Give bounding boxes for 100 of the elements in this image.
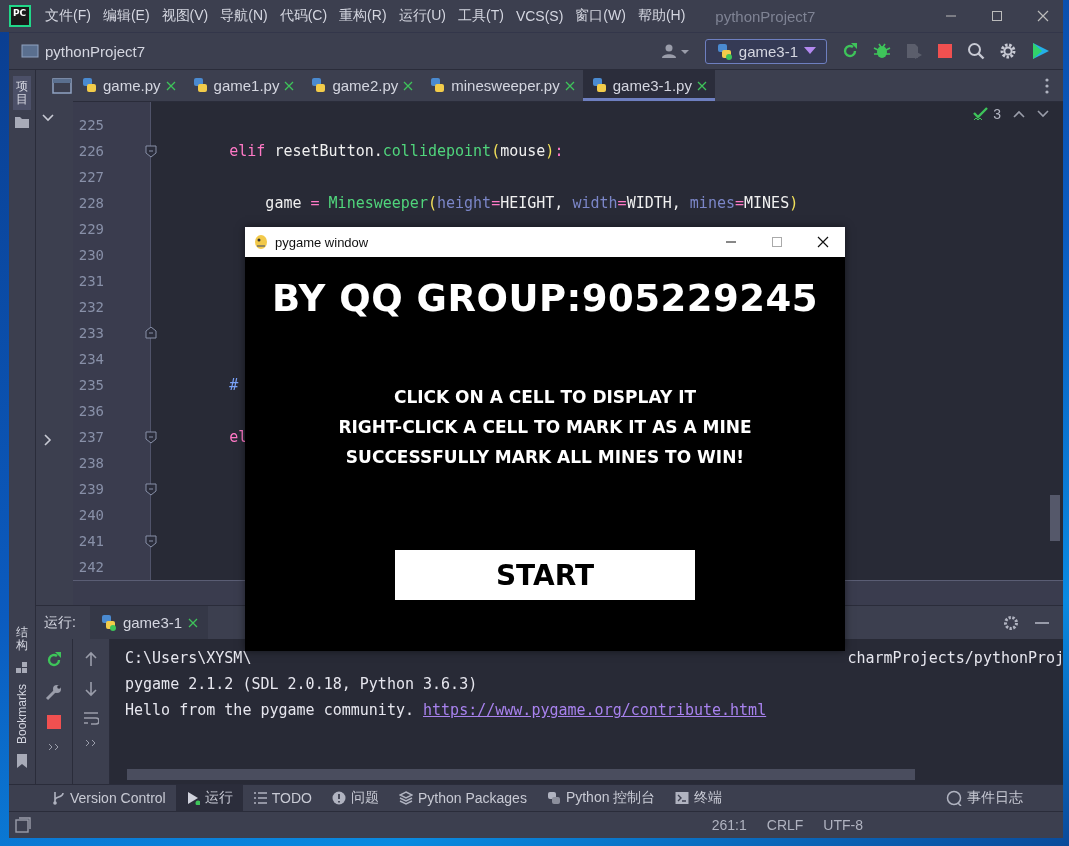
tool-window-button[interactable]: 项目 [13,76,31,111]
more-icon[interactable] [85,739,97,747]
tool-window-tab[interactable]: 终端 [665,785,733,811]
maximize-icon[interactable] [991,10,1003,22]
chevron-down-icon[interactable] [42,114,54,122]
play-icon [185,791,200,805]
soft-wrap-icon[interactable] [83,711,99,725]
tool-window-tab[interactable]: 事件日志 [936,785,1033,811]
run-tab[interactable]: game3-1 [89,606,209,639]
fold-marker-icon[interactable] [145,144,157,158]
line-number: 225 [77,117,104,133]
status-item[interactable]: 261:1 [711,817,747,833]
line-number: 232 [77,299,104,315]
structure-icon [16,661,28,674]
menu-item[interactable]: 编辑(E) [102,7,150,25]
settings-icon[interactable] [1003,614,1019,631]
terminal-icon [675,791,690,805]
maximize-icon[interactable] [771,236,783,248]
menu-item[interactable]: 导航(N) [220,7,268,25]
editor-tab[interactable]: game3-1.py [582,70,715,101]
line-number: 241 [77,533,104,549]
settings-icon[interactable] [999,42,1017,60]
fold-marker-icon[interactable] [145,430,157,444]
tool-window-tab[interactable]: 运行 [175,785,243,811]
user-icon[interactable] [660,43,691,59]
editor-tab[interactable]: game.py [73,70,184,101]
window-title: pygame window [275,234,369,250]
tool-window-tab[interactable]: TODO [242,785,322,811]
status-item[interactable]: CRLF [766,817,804,833]
chevron-up-icon[interactable] [1013,110,1025,118]
tool-window-tab[interactable]: Python 控制台 [536,785,666,811]
console-link[interactable]: https://www.pygame.org/contribute.html [423,701,767,719]
file-type-icon [310,77,328,94]
more-icon[interactable] [48,743,60,751]
fold-marker-icon[interactable] [145,534,157,548]
menu-item[interactable]: 视图(V) [161,7,209,25]
fold-marker-icon[interactable] [145,326,157,340]
console-line: pygame 2.1.2 (SDL 2.0.18, Python 3.6.3) [125,675,478,693]
layout-icon[interactable] [15,817,31,833]
menu-item[interactable]: 运行(U) [398,7,446,25]
line-number: 242 [77,559,104,575]
caret-icon [804,47,816,55]
stop-icon[interactable] [937,43,953,59]
line-number: 237 [77,429,104,445]
tool-window-tab[interactable]: Version Control [41,785,176,811]
line-number: 227 [77,169,104,185]
line-number: 228 [77,195,104,211]
start-button[interactable]: START [395,550,695,600]
line-number: 236 [77,403,104,419]
menu-item[interactable]: 代码(C) [279,7,328,25]
scrollbar-thumb[interactable] [1050,495,1060,541]
breadcrumb[interactable]: pythonProject7 [45,42,146,60]
console-line: C:\Users\XYSM\ [125,649,252,667]
menu-item[interactable]: 重构(R) [339,7,387,25]
search-icon[interactable] [967,42,985,60]
check-icon [973,107,990,121]
console-line: Hello from the pygame community. [125,701,415,719]
game-heading: BY QQ GROUP:905229245 [271,277,819,320]
inspection-count[interactable]: 3 [993,106,1001,122]
line-number: 230 [77,247,104,263]
fold-marker-icon[interactable] [145,482,157,496]
plugin-logo-icon[interactable] [1031,41,1051,61]
instruction-text: SUCCESSFULLY MARK ALL MINES TO WIN! [345,446,745,469]
rerun-icon[interactable] [45,651,63,669]
arrow-up-icon[interactable] [84,651,98,667]
tool-window-tab[interactable]: Python Packages [388,785,537,811]
line-number: 233 [77,325,104,341]
file-type-icon [191,77,209,94]
bookmark-icon [16,754,28,768]
menu-item[interactable]: VCS(S) [515,8,564,24]
instruction-text: RIGHT-CLICK A CELL TO MARK IT AS A MINE [338,416,752,439]
minimize-icon[interactable] [1035,620,1049,625]
bug-icon[interactable] [873,42,891,60]
chevron-down-icon[interactable] [1037,110,1049,118]
chevron-right-icon[interactable] [44,434,52,446]
menu-item[interactable]: 工具(T) [458,7,504,25]
code-line: el [228,428,248,446]
tab-list-icon[interactable] [52,77,72,95]
editor-tab[interactable]: game1.py [183,70,303,101]
wrench-icon[interactable] [45,683,63,701]
tool-window-tab[interactable]: 问题 [321,785,389,811]
close-icon[interactable] [817,236,829,248]
menu-item[interactable]: 窗口(W) [575,7,626,25]
scrollbar[interactable] [127,769,915,780]
menu-item[interactable]: 文件(F) [45,7,91,25]
tool-window-button[interactable]: Bookmarks [12,679,32,748]
rerun-icon[interactable] [841,42,859,60]
arrow-down-icon[interactable] [84,681,98,697]
code-line: game = Minesweeper(height=HEIGHT, width=WIDTH, mines=MINES) [264,194,799,212]
file-type-icon [81,77,98,94]
tool-window-button[interactable]: 结构 [13,621,31,656]
editor-tab[interactable]: game2.py [302,70,422,101]
more-icon[interactable] [1045,77,1049,94]
run-configuration-dropdown[interactable]: game3-1 [704,38,827,64]
close-icon[interactable] [696,80,707,91]
status-item[interactable]: UTF-8 [823,817,863,833]
app-logo[interactable]: PC [9,5,31,27]
menu-item[interactable]: 帮助(H) [637,7,686,25]
editor-tab[interactable]: minesweeper.py [421,70,583,101]
code-line: # [228,376,239,394]
